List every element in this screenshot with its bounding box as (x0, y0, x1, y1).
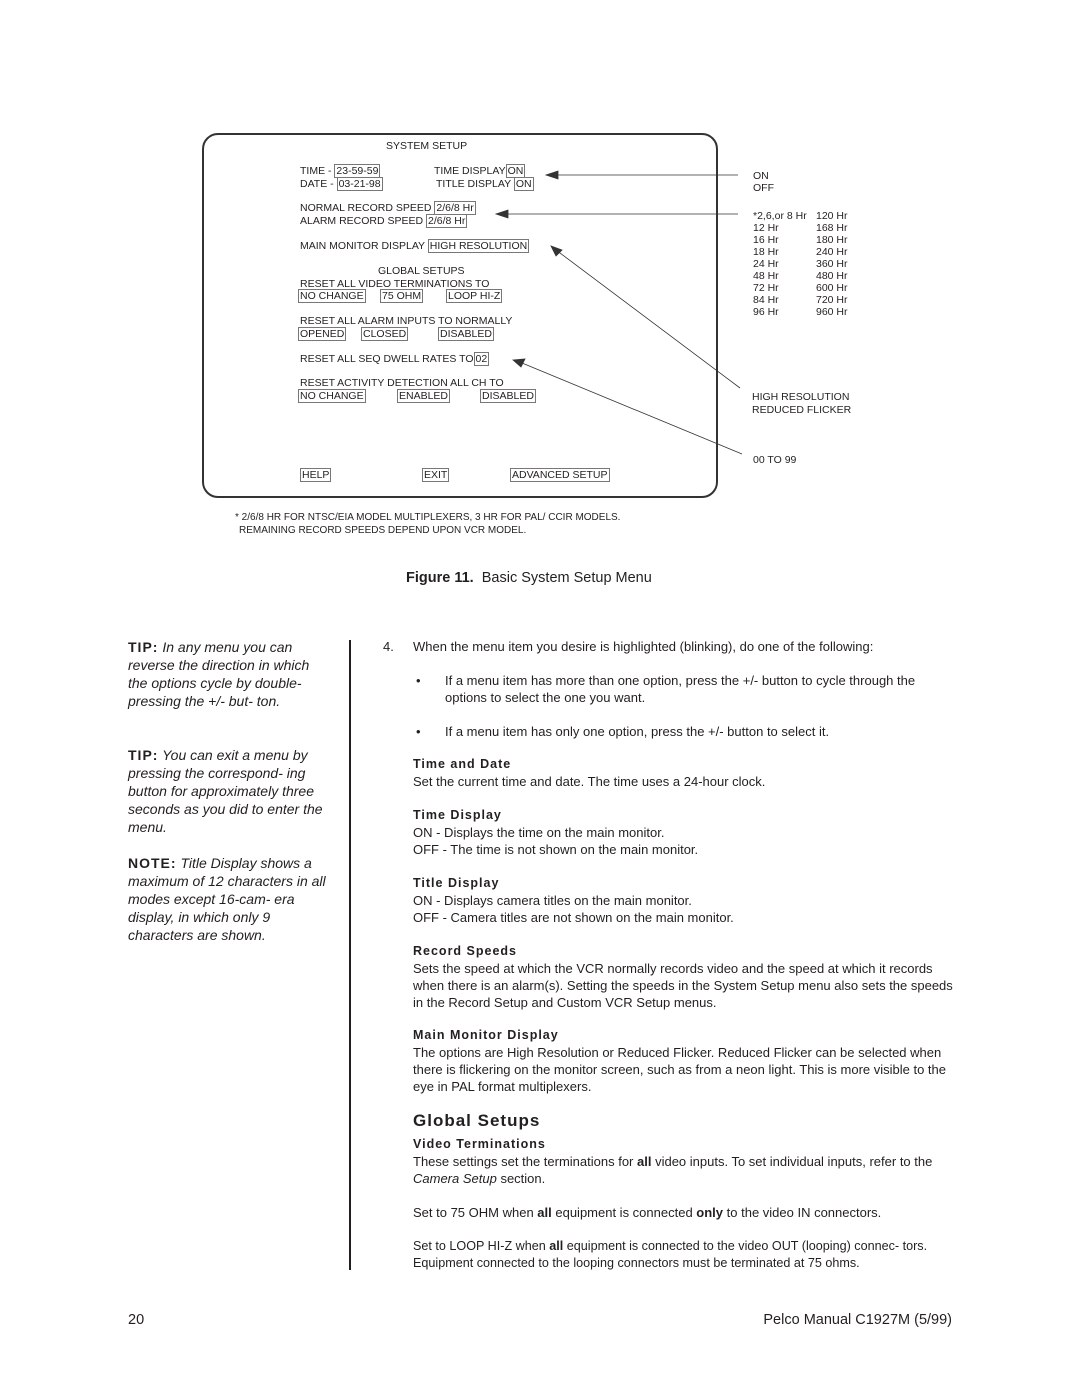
callout-high-resolution: HIGH RESOLUTION (752, 391, 850, 403)
sidebar-divider (349, 640, 351, 1270)
arrow-head-dwell (512, 358, 526, 368)
callout-reduced-flicker: REDUCED FLICKER (752, 404, 852, 416)
heading-video-terminations: Video Terminations (413, 1137, 546, 1151)
main-monitor-label: MAIN MONITOR DISPLAY (300, 240, 425, 252)
video-term-no-change[interactable]: NO CHANGE (298, 289, 366, 303)
arrow-line-dwell (521, 362, 743, 455)
help-button[interactable]: HELP (300, 468, 332, 482)
para-record-speeds: Sets the speed at which the VCR normally… (413, 961, 953, 1010)
tip-1: TIP: In any menu you can reverse the dir… (128, 639, 310, 709)
bullet-2: If a menu item has only one option, pres… (445, 724, 830, 739)
alarm-opened[interactable]: OPENED (298, 327, 347, 341)
para-title-off: OFF - Camera titles are not shown on the… (413, 910, 734, 925)
figure-label: Figure 11. (406, 570, 474, 586)
video-term-75-ohm[interactable]: 75 OHM (380, 289, 424, 303)
callout-off: OFF (753, 182, 774, 194)
time-display-field[interactable]: ON (505, 164, 526, 178)
heading-time-date: Time and Date (413, 757, 512, 771)
bullet-icon: • (416, 724, 421, 739)
figure-caption: Basic System Setup Menu (481, 570, 652, 586)
activity-disabled[interactable]: DISABLED (480, 389, 536, 403)
speed-list-left: *2,6,or 8 Hr 12 Hr 16 Hr 18 Hr 24 Hr 48 Hr 72 … (753, 210, 807, 318)
heading-global-setups: Global Setups (413, 1111, 541, 1130)
exit-button[interactable]: EXIT (422, 468, 450, 482)
heading-time-display: Time Display (413, 808, 502, 822)
title-display-field[interactable]: ON (513, 177, 534, 191)
callout-on: ON (753, 170, 769, 182)
para-vt-2: Set to 75 OHM when all equipment is conn… (413, 1205, 882, 1220)
page-number: 20 (128, 1312, 145, 1328)
normal-speed-field[interactable]: 2/6/8 Hr (434, 201, 476, 215)
speed-list-right: 120 Hr 168 Hr 180 Hr 240 Hr 360 Hr 480 Hr 600 … (816, 210, 848, 318)
arrow-head-speed (494, 209, 509, 219)
manual-page: SYSTEM SETUP TIME - 23-59-59 DATE - 03-2… (0, 0, 1080, 1397)
step-number: 4. (383, 639, 394, 654)
activity-label: RESET ACTIVITY DETECTION ALL CH TO (300, 377, 504, 389)
para-time-date: Set the current time and date. The time … (413, 774, 766, 789)
date-label: DATE - (300, 178, 334, 190)
manual-title: Pelco Manual C1927M (5/99) (763, 1312, 952, 1328)
normal-speed-label: NORMAL RECORD SPEED (300, 202, 432, 214)
alarm-speed-label: ALARM RECORD SPEED (300, 215, 424, 227)
video-term-loop-hiz[interactable]: LOOP HI-Z (446, 289, 503, 303)
para-vt-3: Set to LOOP HI-Z when all equipment is c… (413, 1239, 928, 1270)
title-display-label: TITLE DISPLAY (436, 178, 511, 190)
arrow-head-display (544, 170, 559, 180)
date-field[interactable]: 03-21-98 (336, 177, 383, 191)
global-setups-title: GLOBAL SETUPS (378, 265, 465, 277)
heading-main-monitor: Main Monitor Display (413, 1028, 559, 1042)
main-monitor-field[interactable]: HIGH RESOLUTION (427, 239, 530, 253)
footnote-line-2: REMAINING RECORD SPEEDS DEPEND UPON VCR … (239, 525, 527, 536)
arrow-line-monitor (555, 249, 741, 389)
activity-no-change[interactable]: NO CHANGE (298, 389, 366, 403)
callout-arrows (494, 170, 743, 455)
bullet-1: If a menu item has more than one option,… (445, 673, 916, 705)
time-display-label: TIME DISPLAY (434, 165, 506, 177)
alarm-inputs-label: RESET ALL ALARM INPUTS TO NORMALLY (300, 315, 513, 327)
dwell-field[interactable]: 02 (473, 352, 490, 366)
heading-title-display: Title Display (413, 876, 500, 890)
step-text: When the menu item you desire is highlig… (413, 639, 874, 654)
alarm-disabled[interactable]: DISABLED (438, 327, 494, 341)
menu-title: SYSTEM SETUP (386, 140, 468, 152)
time-field[interactable]: 23-59-59 (334, 164, 381, 178)
para-title-on: ON - Displays camera titles on the main … (413, 893, 692, 908)
para-time-display-off: OFF - The time is not shown on the main … (413, 842, 699, 857)
heading-record-speeds: Record Speeds (413, 944, 518, 958)
advanced-setup-button[interactable]: ADVANCED SETUP (510, 468, 610, 482)
para-main-monitor: The options are High Resolution or Reduc… (413, 1045, 947, 1094)
para-time-display-on: ON - Displays the time on the main monit… (413, 825, 665, 840)
note: NOTE: Title Display shows a maximum of 1… (128, 855, 326, 943)
tip-2: TIP: You can exit a menu by pressing the… (128, 747, 323, 835)
para-vt-1: These settings set the terminations for … (413, 1154, 933, 1186)
footnote-line-1: * 2/6/8 HR FOR NTSC/EIA MODEL MULTIPLEXE… (235, 512, 621, 523)
dwell-label: RESET ALL SEQ DWELL RATES TO (300, 353, 474, 365)
callout-dwell-range: 00 TO 99 (753, 454, 797, 466)
bullet-icon: • (416, 673, 421, 688)
activity-enabled[interactable]: ENABLED (397, 389, 451, 403)
time-label: TIME - (300, 165, 332, 177)
alarm-speed-field[interactable]: 2/6/8 Hr (426, 214, 468, 228)
arrow-head-monitor (550, 245, 563, 257)
alarm-closed[interactable]: CLOSED (361, 327, 409, 341)
